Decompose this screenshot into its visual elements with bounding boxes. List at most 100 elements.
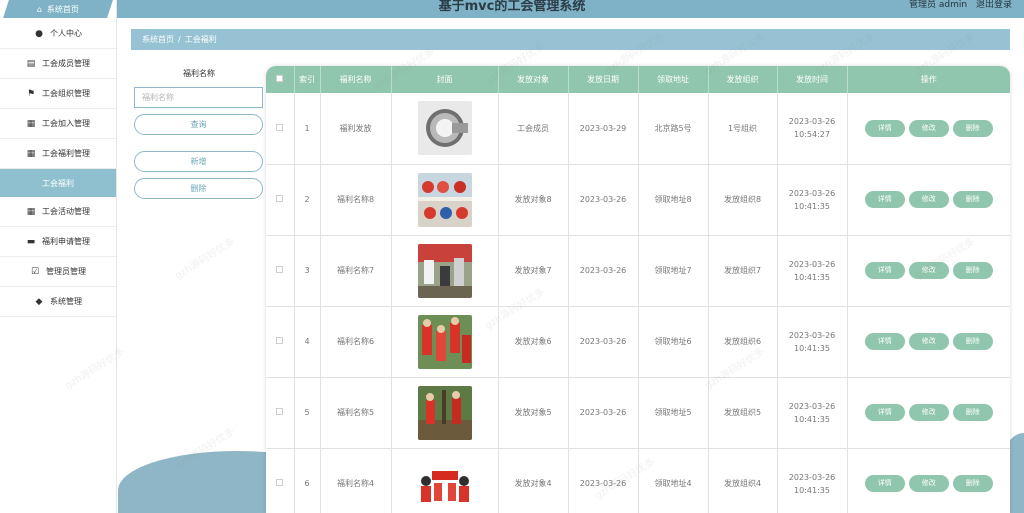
sidebar-item-welfare[interactable]: 工会福利 bbox=[0, 169, 116, 197]
detail-button[interactable]: 详情 bbox=[864, 262, 905, 279]
sidebar-item-label: 工会福利 bbox=[42, 178, 74, 188]
breadcrumb-current: 工会福利 bbox=[184, 35, 217, 44]
delete-button[interactable]: 删除 bbox=[952, 475, 993, 492]
edit-button[interactable]: 修改 bbox=[908, 333, 949, 350]
row-cover bbox=[391, 235, 499, 307]
row-target: 发放对象4 bbox=[498, 448, 569, 513]
top-header: 基于mvc的工会管理系统 管理员 admin 退出登录 bbox=[117, 0, 1024, 18]
row-checkbox[interactable] bbox=[266, 93, 295, 165]
row-welfare-name: 福利名称5 bbox=[320, 377, 392, 449]
sidebar: ⌂ 系统首页 ● 个人中心 ▤ 工会成员管理 ⚑ 工会组织管理 ▦ 工会加入管理… bbox=[0, 0, 117, 513]
detail-button[interactable]: 详情 bbox=[864, 404, 905, 421]
row-cover bbox=[391, 93, 499, 165]
clipboard-check-icon: ☑ bbox=[30, 266, 40, 277]
row-org: 发放组织5 bbox=[708, 377, 778, 449]
welfare-name-input[interactable] bbox=[134, 87, 263, 108]
watermark: gzh源码好优多 bbox=[173, 236, 237, 282]
row-time: 2023-03-26 10:41:35 bbox=[777, 448, 848, 513]
breadcrumb: 系统首页 / 工会福利 bbox=[131, 29, 1010, 50]
sidebar-item-activity-management[interactable]: ▦ 工会活动管理 bbox=[0, 197, 116, 227]
column-header: 操作 bbox=[920, 75, 937, 84]
row-target: 发放对象5 bbox=[498, 377, 569, 449]
row-checkbox[interactable] bbox=[266, 448, 295, 513]
row-org: 1号组织 bbox=[708, 93, 778, 165]
edit-button[interactable]: 修改 bbox=[908, 262, 949, 279]
detail-button[interactable]: 详情 bbox=[864, 475, 905, 492]
cover-image bbox=[417, 456, 472, 511]
row-time: 2023-03-26 10:54:27 bbox=[777, 93, 848, 165]
row-actions: 详情 修改 删除 bbox=[847, 377, 1010, 449]
grid-icon: ▦ bbox=[26, 206, 36, 217]
row-address: 领取地址5 bbox=[638, 377, 709, 449]
edit-button[interactable]: 修改 bbox=[908, 475, 949, 492]
edit-button[interactable]: 修改 bbox=[908, 404, 949, 421]
breadcrumb-home[interactable]: 系统首页 bbox=[142, 34, 174, 45]
sidebar-item-join-management[interactable]: ▦ 工会加入管理 bbox=[0, 109, 116, 139]
column-header: 发放对象 bbox=[498, 66, 569, 93]
edit-button[interactable]: 修改 bbox=[908, 191, 949, 208]
cover-image bbox=[417, 243, 472, 298]
table-row: 3 福利名称7 发放对象7 2023-03-26 领取地址7 发放组织7 2023-03-2… bbox=[266, 235, 1010, 307]
sidebar-item-application-management[interactable]: ▬ 福利申请管理 bbox=[0, 227, 116, 257]
detail-button[interactable]: 详情 bbox=[864, 119, 905, 137]
column-header: 发放组织 bbox=[708, 66, 778, 93]
sidebar-item-label: 管理员管理 bbox=[46, 267, 86, 276]
gamepad-icon: ◆ bbox=[35, 296, 43, 307]
batch-delete-button[interactable]: 删除 bbox=[134, 178, 263, 199]
row-welfare-name: 福利发放 bbox=[320, 93, 392, 165]
row-index: 2 bbox=[294, 164, 321, 236]
sidebar-item-label: 工会活动管理 bbox=[42, 207, 90, 216]
row-time: 2023-03-26 10:41:35 bbox=[777, 306, 848, 378]
column-header: 发放时间 bbox=[777, 66, 848, 93]
add-button[interactable]: 新增 bbox=[134, 151, 263, 172]
row-welfare-name: 福利名称8 bbox=[320, 164, 392, 236]
row-actions: 详情 修改 删除 bbox=[847, 235, 1010, 307]
sidebar-item-label: 系统管理 bbox=[50, 297, 82, 306]
table-row: 6 福利名称4 发放对象4 2023-03-26 领取地址4 发放组织4 2023-03-2… bbox=[266, 448, 1010, 513]
grid-icon: ▦ bbox=[26, 148, 36, 159]
row-checkbox[interactable] bbox=[266, 164, 295, 236]
logout-link[interactable]: 退出登录 bbox=[976, 0, 1012, 10]
cover-image bbox=[417, 101, 472, 156]
flag-icon: ⚑ bbox=[26, 88, 36, 99]
sidebar-item-label: 工会加入管理 bbox=[42, 119, 90, 128]
table-row: 4 福利名称6 发放对象6 2023-03-26 领取地址6 发放组织6 2023-03-2… bbox=[266, 306, 1010, 378]
sidebar-item-member-management[interactable]: ▤ 工会成员管理 bbox=[0, 49, 116, 79]
sidebar-item-system-management[interactable]: ◆ 系统管理 bbox=[0, 287, 116, 317]
sidebar-item-label: 个人中心 bbox=[50, 29, 82, 38]
detail-button[interactable]: 详情 bbox=[864, 191, 905, 208]
detail-button[interactable]: 详情 bbox=[864, 333, 905, 350]
row-checkbox[interactable] bbox=[266, 377, 295, 449]
delete-button[interactable]: 删除 bbox=[952, 191, 993, 208]
search-button[interactable]: 查询 bbox=[134, 114, 263, 135]
sidebar-item-personal-center[interactable]: ● 个人中心 bbox=[0, 19, 116, 49]
column-header: 索引 bbox=[294, 66, 321, 93]
row-address: 领取地址7 bbox=[638, 235, 709, 307]
row-welfare-name: 福利名称7 bbox=[320, 235, 392, 307]
delete-button[interactable]: 删除 bbox=[952, 333, 993, 350]
sidebar-item-label: 福利申请管理 bbox=[42, 237, 90, 246]
sidebar-item-admin-management[interactable]: ☑ 管理员管理 bbox=[0, 257, 116, 287]
cover-image bbox=[417, 385, 472, 440]
row-date: 2023-03-26 bbox=[568, 448, 639, 513]
row-checkbox[interactable] bbox=[266, 306, 295, 378]
delete-button[interactable]: 删除 bbox=[952, 262, 993, 279]
row-checkbox[interactable] bbox=[266, 235, 295, 307]
sidebar-item-org-management[interactable]: ⚑ 工会组织管理 bbox=[0, 79, 116, 109]
cover-image bbox=[417, 314, 472, 369]
row-actions: 详情 修改 删除 bbox=[847, 448, 1010, 513]
row-cover bbox=[391, 306, 499, 378]
row-welfare-name: 福利名称6 bbox=[320, 306, 392, 378]
row-target: 发放对象7 bbox=[498, 235, 569, 307]
sidebar-item-welfare-management[interactable]: ▦ 工会福利管理 bbox=[0, 139, 116, 169]
row-time: 2023-03-26 10:41:35 bbox=[777, 377, 848, 449]
row-target: 发放对象6 bbox=[498, 306, 569, 378]
delete-button[interactable]: 删除 bbox=[952, 404, 993, 421]
row-date: 2023-03-26 bbox=[568, 377, 639, 449]
row-actions: 详情 修改 删除 bbox=[847, 306, 1010, 378]
edit-button[interactable]: 修改 bbox=[908, 119, 949, 137]
delete-button[interactable]: 删除 bbox=[952, 119, 993, 137]
monitor-icon: ▬ bbox=[26, 236, 36, 247]
row-target: 发放对象8 bbox=[498, 164, 569, 236]
select-all-checkbox[interactable] bbox=[266, 66, 295, 93]
